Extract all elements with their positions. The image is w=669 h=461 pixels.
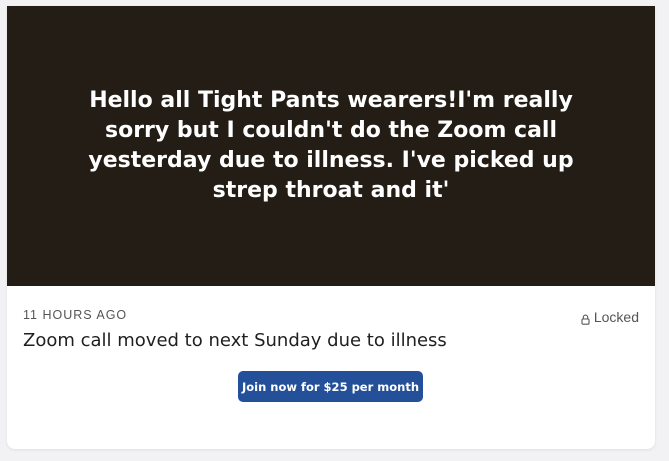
post-title[interactable]: Zoom call moved to next Sunday due to il… (23, 330, 447, 351)
lock-icon (581, 312, 590, 325)
post-preview-banner[interactable]: Hello all Tight Pants wearers!I'm really… (7, 6, 655, 286)
post-card[interactable]: Hello all Tight Pants wearers!I'm really… (7, 6, 655, 449)
locked-label: Locked (593, 309, 639, 325)
post-timestamp: 11 HOURS AGO (23, 308, 128, 322)
locked-status: Locked (581, 309, 639, 325)
join-now-button[interactable]: Join now for $25 per month (238, 371, 423, 402)
post-preview-text: Hello all Tight Pants wearers!I'm really… (88, 88, 574, 203)
